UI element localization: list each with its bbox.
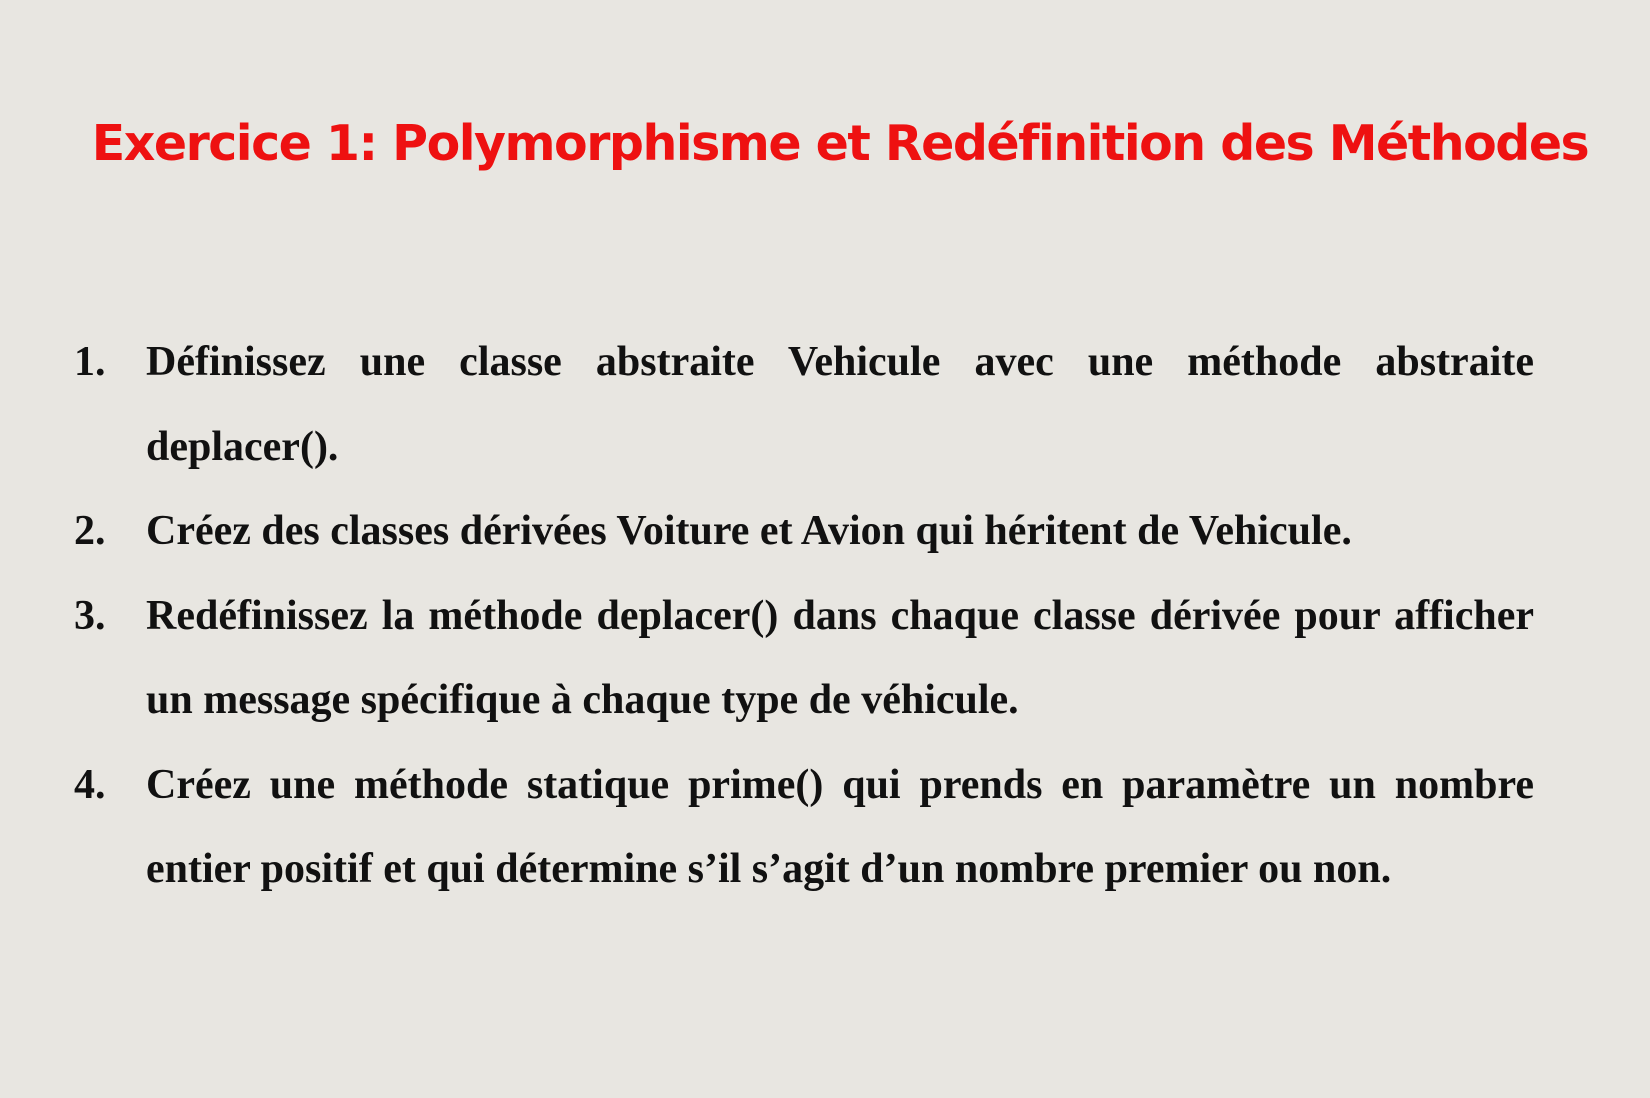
item-text: Créez une méthode statique prime() qui p… <box>146 761 1534 893</box>
item-text: Créez des classes dérivées Voiture et Av… <box>146 508 1352 554</box>
item-number: 1. <box>74 339 106 385</box>
item-text: Redéfinissez la méthode deplacer() dans … <box>146 592 1534 724</box>
slide-title: Exercice 1: Polymorphisme et Redéfinitio… <box>91 114 1590 172</box>
list-item: 1. Définissez une classe abstraite Vehic… <box>74 320 1534 489</box>
item-text: Définissez une classe abstraite Vehicule… <box>146 339 1534 470</box>
exercise-list: 1. Définissez une classe abstraite Vehic… <box>74 320 1534 912</box>
list-item: 2. Créez des classes dérivées Voiture et… <box>74 489 1534 574</box>
slide: Exercice 1: Polymorphisme et Redéfinitio… <box>0 0 1650 1098</box>
item-number: 3. <box>74 592 106 639</box>
list-item: 4. Créez une méthode statique prime() qu… <box>74 743 1534 912</box>
item-number: 2. <box>74 508 106 554</box>
item-number: 4. <box>74 761 106 808</box>
list-item: 3. Redéfinissez la méthode deplacer() da… <box>74 574 1534 743</box>
